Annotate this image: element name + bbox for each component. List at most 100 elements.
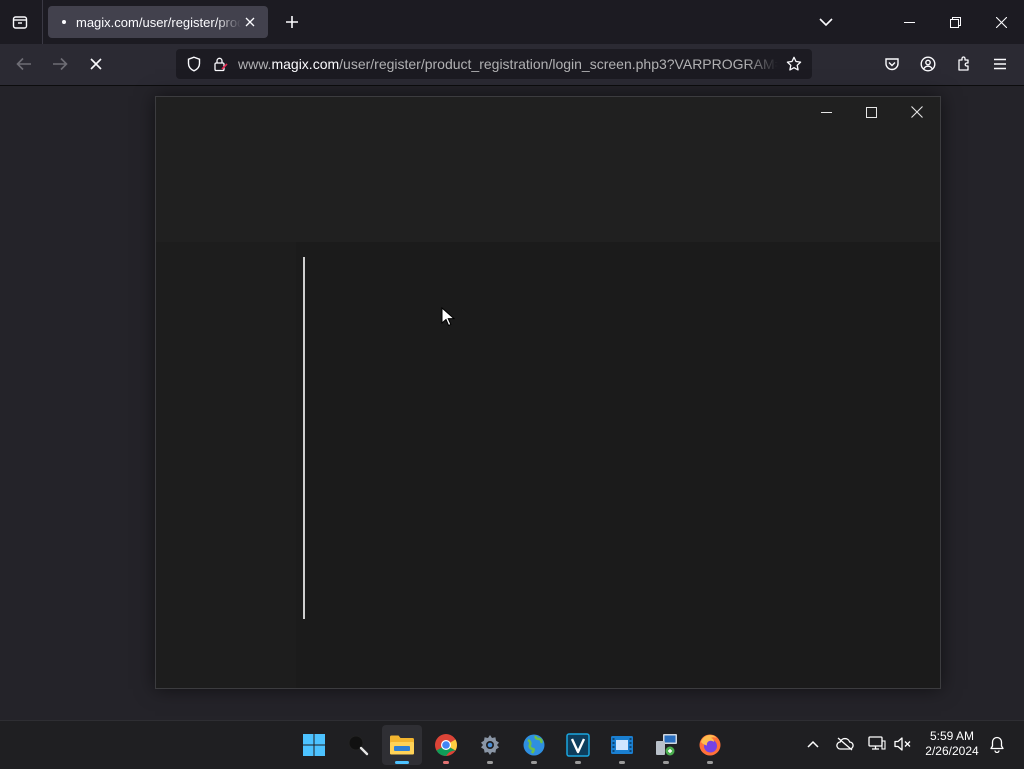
folder-icon — [390, 735, 414, 755]
taskbar-chrome[interactable] — [426, 725, 466, 765]
lock-warning-icon — [214, 57, 228, 72]
firefox-view-button[interactable] — [6, 8, 34, 36]
taskbar-device-setup[interactable] — [646, 725, 686, 765]
minimize-icon — [820, 111, 832, 113]
browser-tab[interactable]: magix.com/user/register/product_registra… — [48, 6, 268, 38]
bell-icon — [990, 736, 1004, 753]
forward-button[interactable] — [46, 50, 74, 78]
restore-icon — [949, 16, 961, 28]
tab-strip: magix.com/user/register/product_registra… — [0, 0, 1024, 44]
running-indicator — [575, 761, 581, 764]
running-indicator — [443, 761, 449, 764]
tray-onedrive[interactable] — [834, 733, 856, 755]
dialog-header — [156, 97, 940, 242]
cloud-offline-icon — [836, 737, 854, 751]
taskbar-start-button[interactable] — [294, 725, 334, 765]
list-all-tabs-button[interactable] — [812, 8, 840, 36]
window-restore-button[interactable] — [932, 0, 978, 44]
tab-list-icon — [12, 16, 28, 29]
address-bar[interactable]: www.magix.com/user/register/product_regi… — [176, 49, 812, 79]
search-icon — [348, 735, 369, 756]
account-icon — [920, 56, 936, 72]
mouse-cursor-icon — [441, 307, 455, 327]
chevron-up-icon — [807, 740, 819, 748]
app-dialog-window — [155, 96, 941, 689]
puzzle-icon — [958, 56, 969, 71]
tab-loading-dot — [62, 20, 66, 24]
pocket-button[interactable] — [878, 50, 906, 78]
pc-setup-icon — [656, 734, 677, 756]
extensions-button[interactable] — [950, 50, 978, 78]
plus-icon — [286, 16, 298, 28]
hamburger-icon — [994, 58, 1006, 70]
new-tab-button[interactable] — [278, 8, 306, 36]
page-content — [0, 86, 1024, 720]
maximize-icon — [865, 106, 877, 118]
running-indicator — [707, 761, 713, 764]
shield-icon — [187, 56, 201, 72]
windows-start-icon — [303, 734, 325, 756]
windows-taskbar: 5:59 AM 2/26/2024 — [0, 720, 1024, 769]
taskbar-web-browser[interactable] — [514, 725, 554, 765]
tray-network[interactable] — [866, 733, 888, 755]
clock-time: 5:59 AM — [929, 729, 975, 743]
close-icon — [995, 16, 1007, 28]
url-path: /user/register/product_registration/logi… — [339, 56, 778, 72]
taskbar-video-editor[interactable] — [602, 725, 642, 765]
star-icon — [786, 56, 802, 71]
loading-divider-line — [303, 257, 305, 619]
arrow-left-icon — [16, 57, 31, 71]
chrome-icon — [435, 734, 457, 756]
running-indicator — [531, 761, 537, 764]
globe-icon — [523, 734, 545, 756]
tracking-protection-button[interactable] — [182, 52, 206, 76]
navigation-toolbar: www.magix.com/user/register/product_regi… — [0, 44, 1024, 86]
minimize-icon — [903, 21, 915, 23]
running-indicator — [487, 761, 493, 764]
taskbar-file-explorer[interactable] — [382, 725, 422, 765]
running-indicator — [619, 761, 625, 764]
film-icon — [611, 736, 633, 754]
app-menu-button[interactable] — [986, 50, 1014, 78]
running-indicator — [663, 761, 669, 764]
v-app-icon — [566, 733, 590, 757]
arrow-right-icon — [53, 57, 68, 71]
account-button[interactable] — [914, 50, 942, 78]
url-text[interactable]: www.magix.com/user/register/product_regi… — [238, 56, 778, 72]
notification-button[interactable] — [986, 733, 1008, 755]
close-icon — [245, 17, 255, 27]
taskbar-firefox[interactable] — [690, 725, 730, 765]
tab-separator — [42, 0, 43, 44]
firefox-icon — [699, 734, 721, 756]
dialog-body — [156, 242, 940, 688]
tab-close-button[interactable] — [240, 12, 260, 32]
tray-clock[interactable]: 5:59 AM 2/26/2024 — [918, 729, 986, 759]
back-button[interactable] — [10, 50, 38, 78]
site-security-button[interactable] — [208, 52, 232, 76]
dialog-maximize-button[interactable] — [855, 99, 887, 125]
taskbar-vegas[interactable] — [558, 725, 598, 765]
url-prefix: www. — [238, 56, 272, 72]
dialog-close-button[interactable] — [901, 99, 933, 125]
stop-loading-button[interactable] — [82, 50, 110, 78]
tray-volume[interactable] — [892, 733, 914, 755]
stop-x-icon — [90, 58, 102, 70]
network-icon — [868, 736, 886, 750]
pocket-icon — [885, 58, 899, 71]
chevron-down-icon — [819, 18, 833, 27]
clock-date: 2/26/2024 — [925, 744, 979, 758]
tab-title: magix.com/user/register/product_registra… — [76, 14, 241, 30]
window-close-button[interactable] — [978, 0, 1024, 44]
dialog-minimize-button[interactable] — [810, 99, 842, 125]
speaker-muted-icon — [894, 737, 911, 751]
gear-icon — [481, 735, 499, 755]
dialog-side-panel — [156, 242, 296, 688]
tray-overflow-button[interactable] — [802, 733, 824, 755]
window-minimize-button[interactable] — [886, 0, 932, 44]
close-icon — [911, 106, 923, 118]
taskbar-settings[interactable] — [470, 725, 510, 765]
url-domain: magix.com — [271, 56, 340, 72]
bookmark-button[interactable] — [782, 52, 806, 76]
running-indicator — [395, 761, 409, 764]
taskbar-search-button[interactable] — [338, 725, 378, 765]
